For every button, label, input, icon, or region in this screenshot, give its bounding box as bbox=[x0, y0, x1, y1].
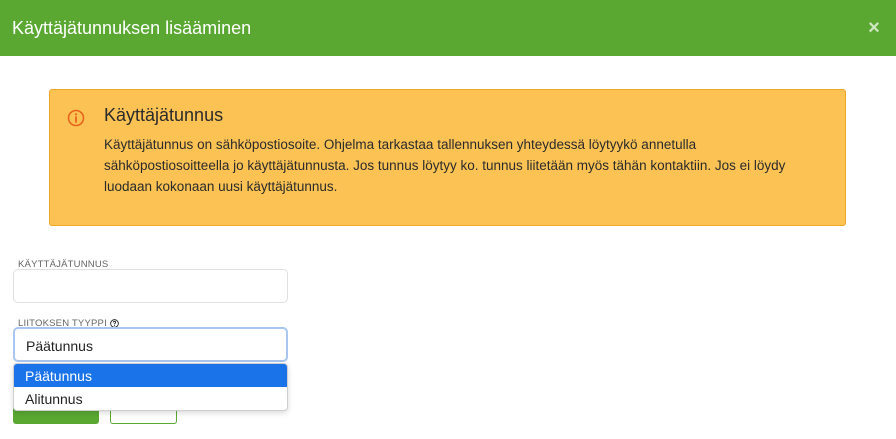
close-icon[interactable]: × bbox=[864, 18, 884, 38]
alert-title: Käyttäjätunnus bbox=[104, 105, 224, 125]
modal-title: Käyttäjätunnuksen lisääminen bbox=[12, 17, 252, 38]
info-alert: Käyttäjätunnus Käyttäjätunnus on sähköpo… bbox=[49, 89, 846, 226]
option-paatunnus[interactable]: Päätunnus bbox=[14, 364, 287, 387]
modal-header: Käyttäjätunnuksen lisääminen × bbox=[0, 0, 896, 56]
info-circle-icon bbox=[67, 109, 85, 127]
link-type-dropdown: Päätunnus Alitunnus bbox=[13, 363, 288, 411]
link-type-select[interactable]: Päätunnus bbox=[13, 327, 288, 362]
username-input[interactable] bbox=[13, 269, 288, 303]
alert-body: Käyttäjätunnus on sähköpostiosoite. Ohje… bbox=[104, 137, 786, 194]
option-alitunnus[interactable]: Alitunnus bbox=[14, 387, 287, 410]
